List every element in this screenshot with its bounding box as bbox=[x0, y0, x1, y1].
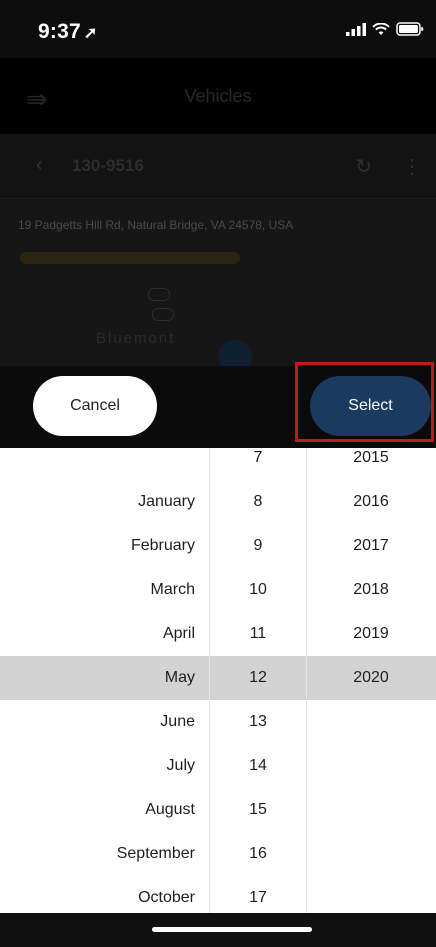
home-bar bbox=[0, 913, 436, 947]
date-picker: January February March April May June Ju… bbox=[0, 448, 436, 913]
day-option[interactable]: 7 bbox=[210, 448, 306, 480]
app-screen: 9:37 ➚ ⇛ Vehicles ‹ 130-9516 ↻ ⋮ 19 Padg… bbox=[0, 0, 436, 947]
app-bar: ⇛ Vehicles bbox=[0, 58, 436, 134]
day-option[interactable]: 17 bbox=[210, 876, 306, 913]
map-road bbox=[20, 252, 240, 264]
day-option[interactable]: 13 bbox=[210, 700, 306, 744]
month-option[interactable]: September bbox=[117, 832, 195, 876]
location-arrow-icon: ➚ bbox=[83, 25, 98, 42]
day-option[interactable]: 11 bbox=[210, 612, 306, 656]
map-view: ‹ 130-9516 ↻ ⋮ 19 Padgetts Hill Rd, Natu… bbox=[0, 134, 436, 382]
year-option[interactable]: 2015 bbox=[306, 448, 436, 480]
home-indicator[interactable] bbox=[152, 927, 312, 932]
day-option[interactable]: 14 bbox=[210, 744, 306, 788]
map-place-label: Bluemont bbox=[96, 330, 176, 347]
year-option[interactable]: 2018 bbox=[306, 568, 436, 612]
month-option[interactable]: January bbox=[138, 480, 195, 524]
day-option[interactable]: 8 bbox=[210, 480, 306, 524]
month-wheel[interactable]: January February March April May June Ju… bbox=[0, 448, 209, 913]
page-title: Vehicles bbox=[184, 86, 252, 106]
day-option-selected[interactable]: 12 bbox=[210, 656, 306, 700]
month-option[interactable]: June bbox=[160, 700, 195, 744]
month-option[interactable]: March bbox=[151, 568, 195, 612]
vehicle-address: 19 Padgetts Hill Rd, Natural Bridge, VA … bbox=[18, 218, 294, 232]
cancel-button[interactable]: Cancel bbox=[33, 376, 157, 436]
status-time: 9:37 ➚ bbox=[38, 20, 98, 43]
signal-icon bbox=[346, 22, 366, 36]
year-wheel[interactable]: 2015 2016 2017 2018 2019 2020 bbox=[306, 448, 436, 913]
route-shield-icon bbox=[152, 308, 174, 321]
year-option[interactable]: 2019 bbox=[306, 612, 436, 656]
day-option[interactable]: 9 bbox=[210, 524, 306, 568]
battery-icon bbox=[396, 22, 424, 36]
more-vertical-icon[interactable]: ⋮ bbox=[402, 154, 422, 179]
vehicle-bar: ‹ 130-9516 ↻ ⋮ bbox=[0, 134, 436, 199]
day-wheel[interactable]: 7 8 9 10 11 12 13 14 15 16 17 bbox=[209, 448, 307, 913]
day-option[interactable]: 16 bbox=[210, 832, 306, 876]
month-option[interactable]: August bbox=[145, 788, 195, 832]
day-option[interactable]: 15 bbox=[210, 788, 306, 832]
chevron-left-icon[interactable]: ‹ bbox=[36, 154, 43, 177]
vehicle-id: 130-9516 bbox=[72, 156, 144, 175]
route-shield-icon bbox=[148, 288, 170, 301]
month-option[interactable]: July bbox=[167, 744, 195, 788]
wifi-icon bbox=[372, 22, 390, 35]
month-option[interactable]: April bbox=[163, 612, 195, 656]
year-option[interactable]: 2017 bbox=[306, 524, 436, 568]
highlight-box bbox=[295, 362, 434, 442]
month-option-selected[interactable]: May bbox=[165, 656, 195, 700]
day-option[interactable]: 10 bbox=[210, 568, 306, 612]
month-option[interactable]: February bbox=[131, 524, 195, 568]
month-option[interactable]: October bbox=[138, 876, 195, 913]
year-option-selected[interactable]: 2020 bbox=[306, 656, 436, 700]
status-bar: 9:37 ➚ bbox=[0, 0, 436, 58]
year-option[interactable]: 2016 bbox=[306, 480, 436, 524]
refresh-icon[interactable]: ↻ bbox=[355, 154, 372, 179]
